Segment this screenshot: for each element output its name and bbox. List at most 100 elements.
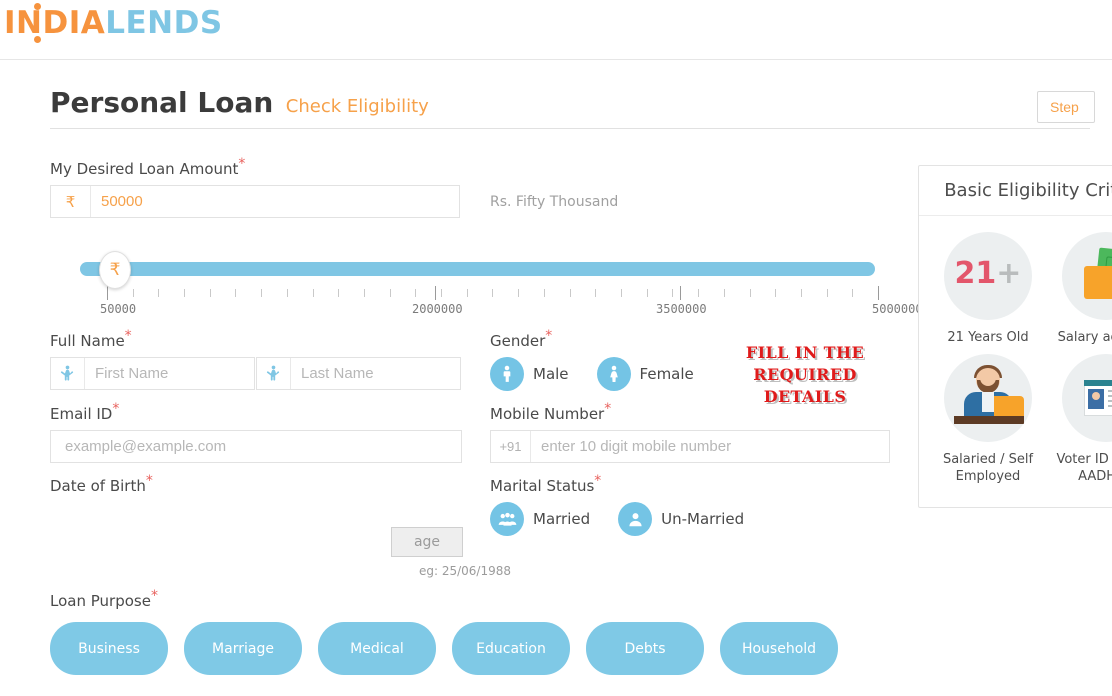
slider-ticks: [50, 286, 910, 300]
required-asterisk: *: [545, 328, 553, 344]
last-name-input-group[interactable]: [256, 357, 461, 390]
gender-option-female[interactable]: Female: [596, 357, 694, 391]
required-asterisk: *: [604, 401, 612, 417]
dob-label: Date of Birth*: [50, 474, 490, 495]
loan-purpose-business[interactable]: Business: [50, 622, 168, 675]
eligibility-caption-age: 21 Years Old: [947, 330, 1029, 345]
name-inputs: [50, 357, 490, 390]
loan-purpose-household[interactable]: Household: [720, 622, 838, 675]
annotation-line-3: DETAILS: [763, 387, 847, 406]
email-label: Email ID*: [50, 402, 490, 423]
step-button[interactable]: Step: [1037, 91, 1095, 123]
marital-option-unmarried[interactable]: Un-Married: [618, 502, 744, 536]
gender-option-male[interactable]: Male: [490, 357, 569, 391]
mobile-input-group[interactable]: +91: [490, 430, 890, 463]
loan-amount-label: My Desired Loan Amount*: [50, 157, 910, 178]
loan-amount-input-group[interactable]: ₹: [50, 185, 460, 218]
age-badge-plus: +: [996, 256, 1022, 291]
employee-desk-shape: [954, 416, 1024, 424]
employee-laptop-shape: [994, 396, 1024, 418]
slider-tick-minor: [698, 289, 699, 297]
slider-tick-minor: [518, 289, 519, 297]
loan-amount-row: ₹ Rs. Fifty Thousand: [50, 185, 910, 218]
slider-label-mid1: 2000000: [412, 302, 463, 316]
mobile-input[interactable]: [531, 431, 889, 462]
marital-status-field: Marital Status* Married Un-Married: [490, 474, 910, 586]
slider-label-mid2: 3500000: [656, 302, 707, 316]
slider-label-min: 50000: [100, 302, 137, 316]
required-asterisk: *: [112, 401, 120, 417]
email-input-group[interactable]: [50, 430, 462, 463]
eligibility-item-employment: Salaried / Self Employed: [929, 354, 1047, 485]
slider-scale-labels: 50000 2000000 3500000 5000000: [50, 302, 923, 318]
wallet-shape: [1084, 266, 1112, 299]
female-icon: [596, 357, 631, 391]
full-name-label-text: Full Name: [50, 332, 125, 350]
slider-tick-minor: [621, 289, 622, 297]
slider-tick-major: [435, 286, 436, 300]
id-card-icon: [1062, 354, 1112, 442]
marital-status-options: Married Un-Married: [490, 502, 910, 536]
slider-tick-minor: [364, 289, 365, 297]
loan-amount-input[interactable]: [91, 186, 459, 217]
loan-form: My Desired Loan Amount* ₹ Rs. Fifty Thou…: [50, 157, 923, 675]
slider-tick-minor: [313, 289, 314, 297]
slider-tick-minor: [441, 289, 442, 297]
marital-option-married[interactable]: Married: [490, 502, 590, 536]
slider-tick-minor: [415, 289, 416, 297]
logo-dot-bottom-icon: [34, 36, 41, 43]
dob-label-text: Date of Birth: [50, 477, 146, 495]
eligibility-title: Basic Eligibility Criteria: [919, 166, 1112, 216]
indialends-logo[interactable]: INDIALENDS: [4, 3, 223, 43]
slider-tick-minor: [158, 289, 159, 297]
eligibility-caption-employment: Salaried / Self Employed: [942, 452, 1034, 484]
slider-tick-minor: [261, 289, 262, 297]
slider-tick-minor: [390, 289, 391, 297]
loan-purpose-debts[interactable]: Debts: [586, 622, 704, 675]
marital-option-unmarried-label: Un-Married: [661, 510, 745, 528]
page-root: INDIALENDS Personal Loan Check Eligibili…: [0, 0, 1112, 696]
logo-text-lends: LENDS: [105, 5, 223, 41]
eligibility-panel: Basic Eligibility Criteria 21+ 21 Years …: [918, 165, 1112, 508]
dob-block: age eg: 25/06/1988: [50, 502, 511, 586]
slider-tick-minor: [570, 289, 571, 297]
eligibility-item-salary: Salary account: [1047, 232, 1112, 346]
slider-tick-minor: [827, 289, 828, 297]
slider-track[interactable]: [80, 262, 875, 276]
required-asterisk: *: [150, 588, 158, 604]
loan-purpose-medical[interactable]: Medical: [318, 622, 436, 675]
gender-option-female-label: Female: [639, 365, 694, 383]
slider-tick-minor: [724, 289, 725, 297]
eligibility-caption-id: Voter ID / PAN / AADHAR: [1056, 452, 1112, 484]
page-subtitle: Check Eligibility: [285, 96, 429, 117]
slider-tick-minor: [672, 289, 673, 297]
full-name-field: Full Name*: [50, 329, 490, 391]
email-input[interactable]: [51, 431, 461, 462]
marital-option-married-label: Married: [533, 510, 591, 528]
age-21-plus-icon: 21+: [944, 232, 1032, 320]
loan-purpose-education[interactable]: Education: [452, 622, 570, 675]
slider-handle[interactable]: ₹: [99, 251, 131, 289]
slider-tick-minor: [467, 289, 468, 297]
slider-tick-major: [878, 286, 879, 300]
employee-desk-icon: [944, 354, 1032, 442]
slider-tick-minor: [338, 289, 339, 297]
slider-tick-minor: [801, 289, 802, 297]
loan-purpose-marriage[interactable]: Marriage: [184, 622, 302, 675]
full-name-label: Full Name*: [50, 329, 490, 350]
last-name-input[interactable]: [291, 358, 460, 389]
first-name-input[interactable]: [85, 358, 254, 389]
dob-field: Date of Birth* age eg: 25/06/1988: [50, 474, 511, 586]
logo-text-india: INDIA: [4, 5, 106, 41]
slider-label-max: 5000000: [872, 302, 923, 316]
id-card-lines-shape: [1108, 390, 1112, 410]
slider-tick-minor: [184, 289, 185, 297]
loan-amount-slider[interactable]: ₹ 50000 2000000 3500000 5000000: [50, 248, 923, 318]
id-card-strip-shape: [1084, 380, 1112, 386]
first-name-input-group[interactable]: [50, 357, 255, 390]
eligibility-caption-salary: Salary account: [1057, 330, 1112, 345]
marital-status-label-text: Marital Status: [490, 477, 595, 495]
required-asterisk: *: [145, 473, 153, 489]
slider-tick-major: [680, 286, 681, 300]
eligibility-item-age: 21+ 21 Years Old: [929, 232, 1047, 346]
